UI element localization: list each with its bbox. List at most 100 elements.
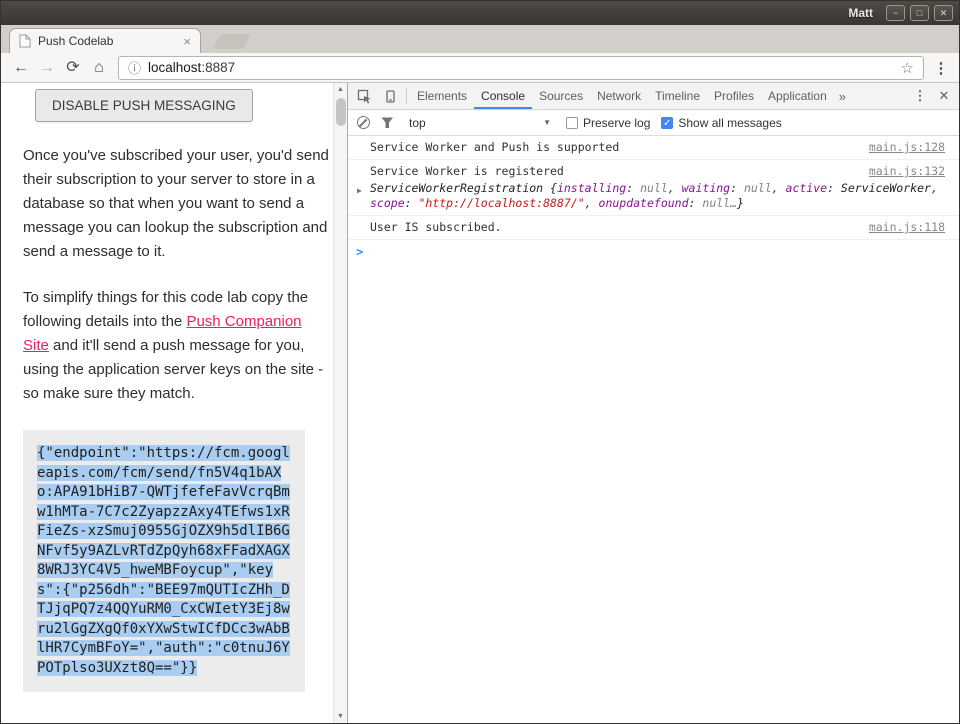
address-bar[interactable]: ⓘ localhost:8887 ☆ — [118, 56, 924, 80]
disable-push-button[interactable]: DISABLE PUSH MESSAGING — [35, 89, 253, 122]
show-all-messages-option: ✓ Show all messages — [661, 116, 781, 130]
punct: : — [730, 181, 744, 195]
filter-icon[interactable] — [381, 117, 394, 129]
tab-sources[interactable]: Sources — [532, 83, 590, 109]
scroll-up-icon[interactable]: ▲ — [337, 83, 344, 96]
scrollbar-thumb[interactable] — [336, 98, 346, 126]
console-source-link[interactable]: main.js:132 — [869, 164, 945, 179]
console-message-text: User IS subscribed. — [370, 220, 502, 235]
subscription-code-block: {"endpoint":"https://fcm.googleapis.com/… — [23, 430, 305, 692]
paragraph-subscription-info: Once you've subscribed your user, you'd … — [23, 144, 331, 264]
url-port: :8887 — [201, 60, 235, 75]
more-tabs-icon[interactable]: » — [834, 89, 851, 104]
minimize-icon: − — [893, 8, 898, 18]
console-prompt[interactable]: > — [348, 240, 959, 264]
preserve-log-checkbox[interactable] — [566, 117, 578, 129]
punct: , — [931, 181, 938, 195]
punct: { — [543, 181, 557, 195]
punct: : — [405, 196, 419, 210]
device-toolbar-icon[interactable] — [377, 83, 403, 109]
window-titlebar: Matt − □ ✕ — [1, 1, 959, 25]
page-info-icon[interactable]: ⓘ — [128, 58, 141, 77]
punct: : — [689, 196, 703, 210]
paragraph-text: and it'll send a push message for you, u… — [23, 337, 323, 402]
console-toolbar: top ▼ Preserve log ✓ Show all messages — [348, 110, 959, 136]
console-source-link[interactable]: main.js:118 — [869, 220, 945, 235]
devtools-menu-icon[interactable]: ⋮ — [908, 88, 932, 104]
object-value: null… — [702, 196, 737, 210]
devtools-close-icon[interactable]: ✕ — [932, 88, 956, 104]
object-class-name: ServiceWorkerRegistration — [370, 181, 543, 195]
new-tab-button[interactable] — [213, 34, 251, 49]
object-value: ServiceWorker — [841, 181, 931, 195]
url-host: localhost — [148, 60, 201, 75]
paragraph-companion-site: To simplify things for this code lab cop… — [23, 286, 331, 406]
maximize-button[interactable]: □ — [910, 5, 929, 21]
page-content: DISABLE PUSH MESSAGING Once you've subsc… — [1, 83, 333, 723]
prompt-chevron-icon: > — [356, 245, 363, 259]
page-favicon-icon — [19, 34, 31, 48]
punct: , — [772, 181, 786, 195]
browser-tab[interactable]: Push Codelab × — [9, 28, 201, 53]
object-key: waiting — [682, 181, 730, 195]
punct: , — [585, 196, 599, 210]
bookmark-star-icon[interactable]: ☆ — [901, 59, 914, 77]
browser-menu-icon[interactable]: ⋮ — [931, 59, 951, 77]
punct: , — [668, 181, 682, 195]
minimize-button[interactable]: − — [886, 5, 905, 21]
forward-icon[interactable]: → — [35, 60, 59, 76]
back-icon[interactable]: ← — [9, 60, 33, 76]
window-title: Matt — [848, 6, 873, 20]
devtools-controls: ⋮ ✕ — [908, 88, 956, 104]
close-window-button[interactable]: ✕ — [934, 5, 953, 21]
chevron-down-icon: ▼ — [543, 118, 551, 127]
reload-icon[interactable]: ⟳ — [61, 60, 85, 76]
show-all-messages-checkbox[interactable]: ✓ — [661, 117, 673, 129]
preserve-log-option: Preserve log — [566, 116, 650, 130]
tab-strip: Push Codelab × — [1, 25, 959, 53]
tab-title: Push Codelab — [38, 34, 176, 48]
inspect-element-icon[interactable] — [351, 83, 377, 109]
clear-console-icon[interactable] — [357, 116, 370, 129]
console-message-text: Service Worker is registered — [370, 164, 564, 179]
preserve-log-label: Preserve log — [583, 116, 650, 130]
home-icon[interactable]: ⌂ — [87, 60, 111, 76]
console-message: Service Worker and Push is supported mai… — [348, 136, 959, 160]
console-message: Service Worker is registered main.js:132… — [348, 160, 959, 216]
url-text: localhost:8887 — [148, 60, 235, 75]
tab-timeline[interactable]: Timeline — [648, 83, 707, 109]
context-label: top — [409, 116, 426, 130]
tab-console[interactable]: Console — [474, 83, 532, 109]
tab-profiles[interactable]: Profiles — [707, 83, 761, 109]
expand-triangle-icon[interactable]: ▶ — [357, 183, 362, 198]
tab-close-icon[interactable]: × — [183, 35, 191, 48]
punct: : — [827, 181, 841, 195]
show-all-messages-label: Show all messages — [678, 116, 781, 130]
browser-window: Matt − □ ✕ Push Codelab × ← → ⟳ ⌂ ⓘ loca… — [0, 0, 960, 724]
object-value: null — [640, 181, 668, 195]
browser-toolbar: ← → ⟳ ⌂ ⓘ localhost:8887 ☆ ⋮ — [1, 53, 959, 83]
object-value: "http://localhost:8887/" — [418, 196, 584, 210]
close-icon: ✕ — [940, 8, 948, 18]
tab-application[interactable]: Application — [761, 83, 834, 109]
devtools-tabbar: Elements Console Sources Network Timelin… — [348, 83, 959, 110]
execution-context-selector[interactable]: top ▼ — [405, 114, 555, 132]
console-output: Service Worker and Push is supported mai… — [348, 136, 959, 723]
selected-subscription-json: {"endpoint":"https://fcm.googleapis.com/… — [37, 445, 290, 676]
tab-elements[interactable]: Elements — [410, 83, 474, 109]
devtools-pane: Elements Console Sources Network Timelin… — [348, 83, 959, 723]
page-scrollbar[interactable]: ▲ ▼ — [333, 83, 347, 723]
scroll-down-icon[interactable]: ▼ — [337, 710, 344, 723]
object-key: installing — [557, 181, 626, 195]
object-key: scope — [370, 196, 405, 210]
object-preview: ▶ServiceWorkerRegistration {installing: … — [370, 181, 945, 211]
object-key: active — [786, 181, 828, 195]
console-message-text: Service Worker and Push is supported — [370, 140, 619, 155]
web-page-pane: DISABLE PUSH MESSAGING Once you've subsc… — [1, 83, 348, 723]
maximize-icon: □ — [917, 8, 922, 18]
console-source-link[interactable]: main.js:128 — [869, 140, 945, 155]
console-message: User IS subscribed. main.js:118 — [348, 216, 959, 240]
punct: } — [737, 196, 744, 210]
object-value: null — [744, 181, 772, 195]
tab-network[interactable]: Network — [590, 83, 648, 109]
